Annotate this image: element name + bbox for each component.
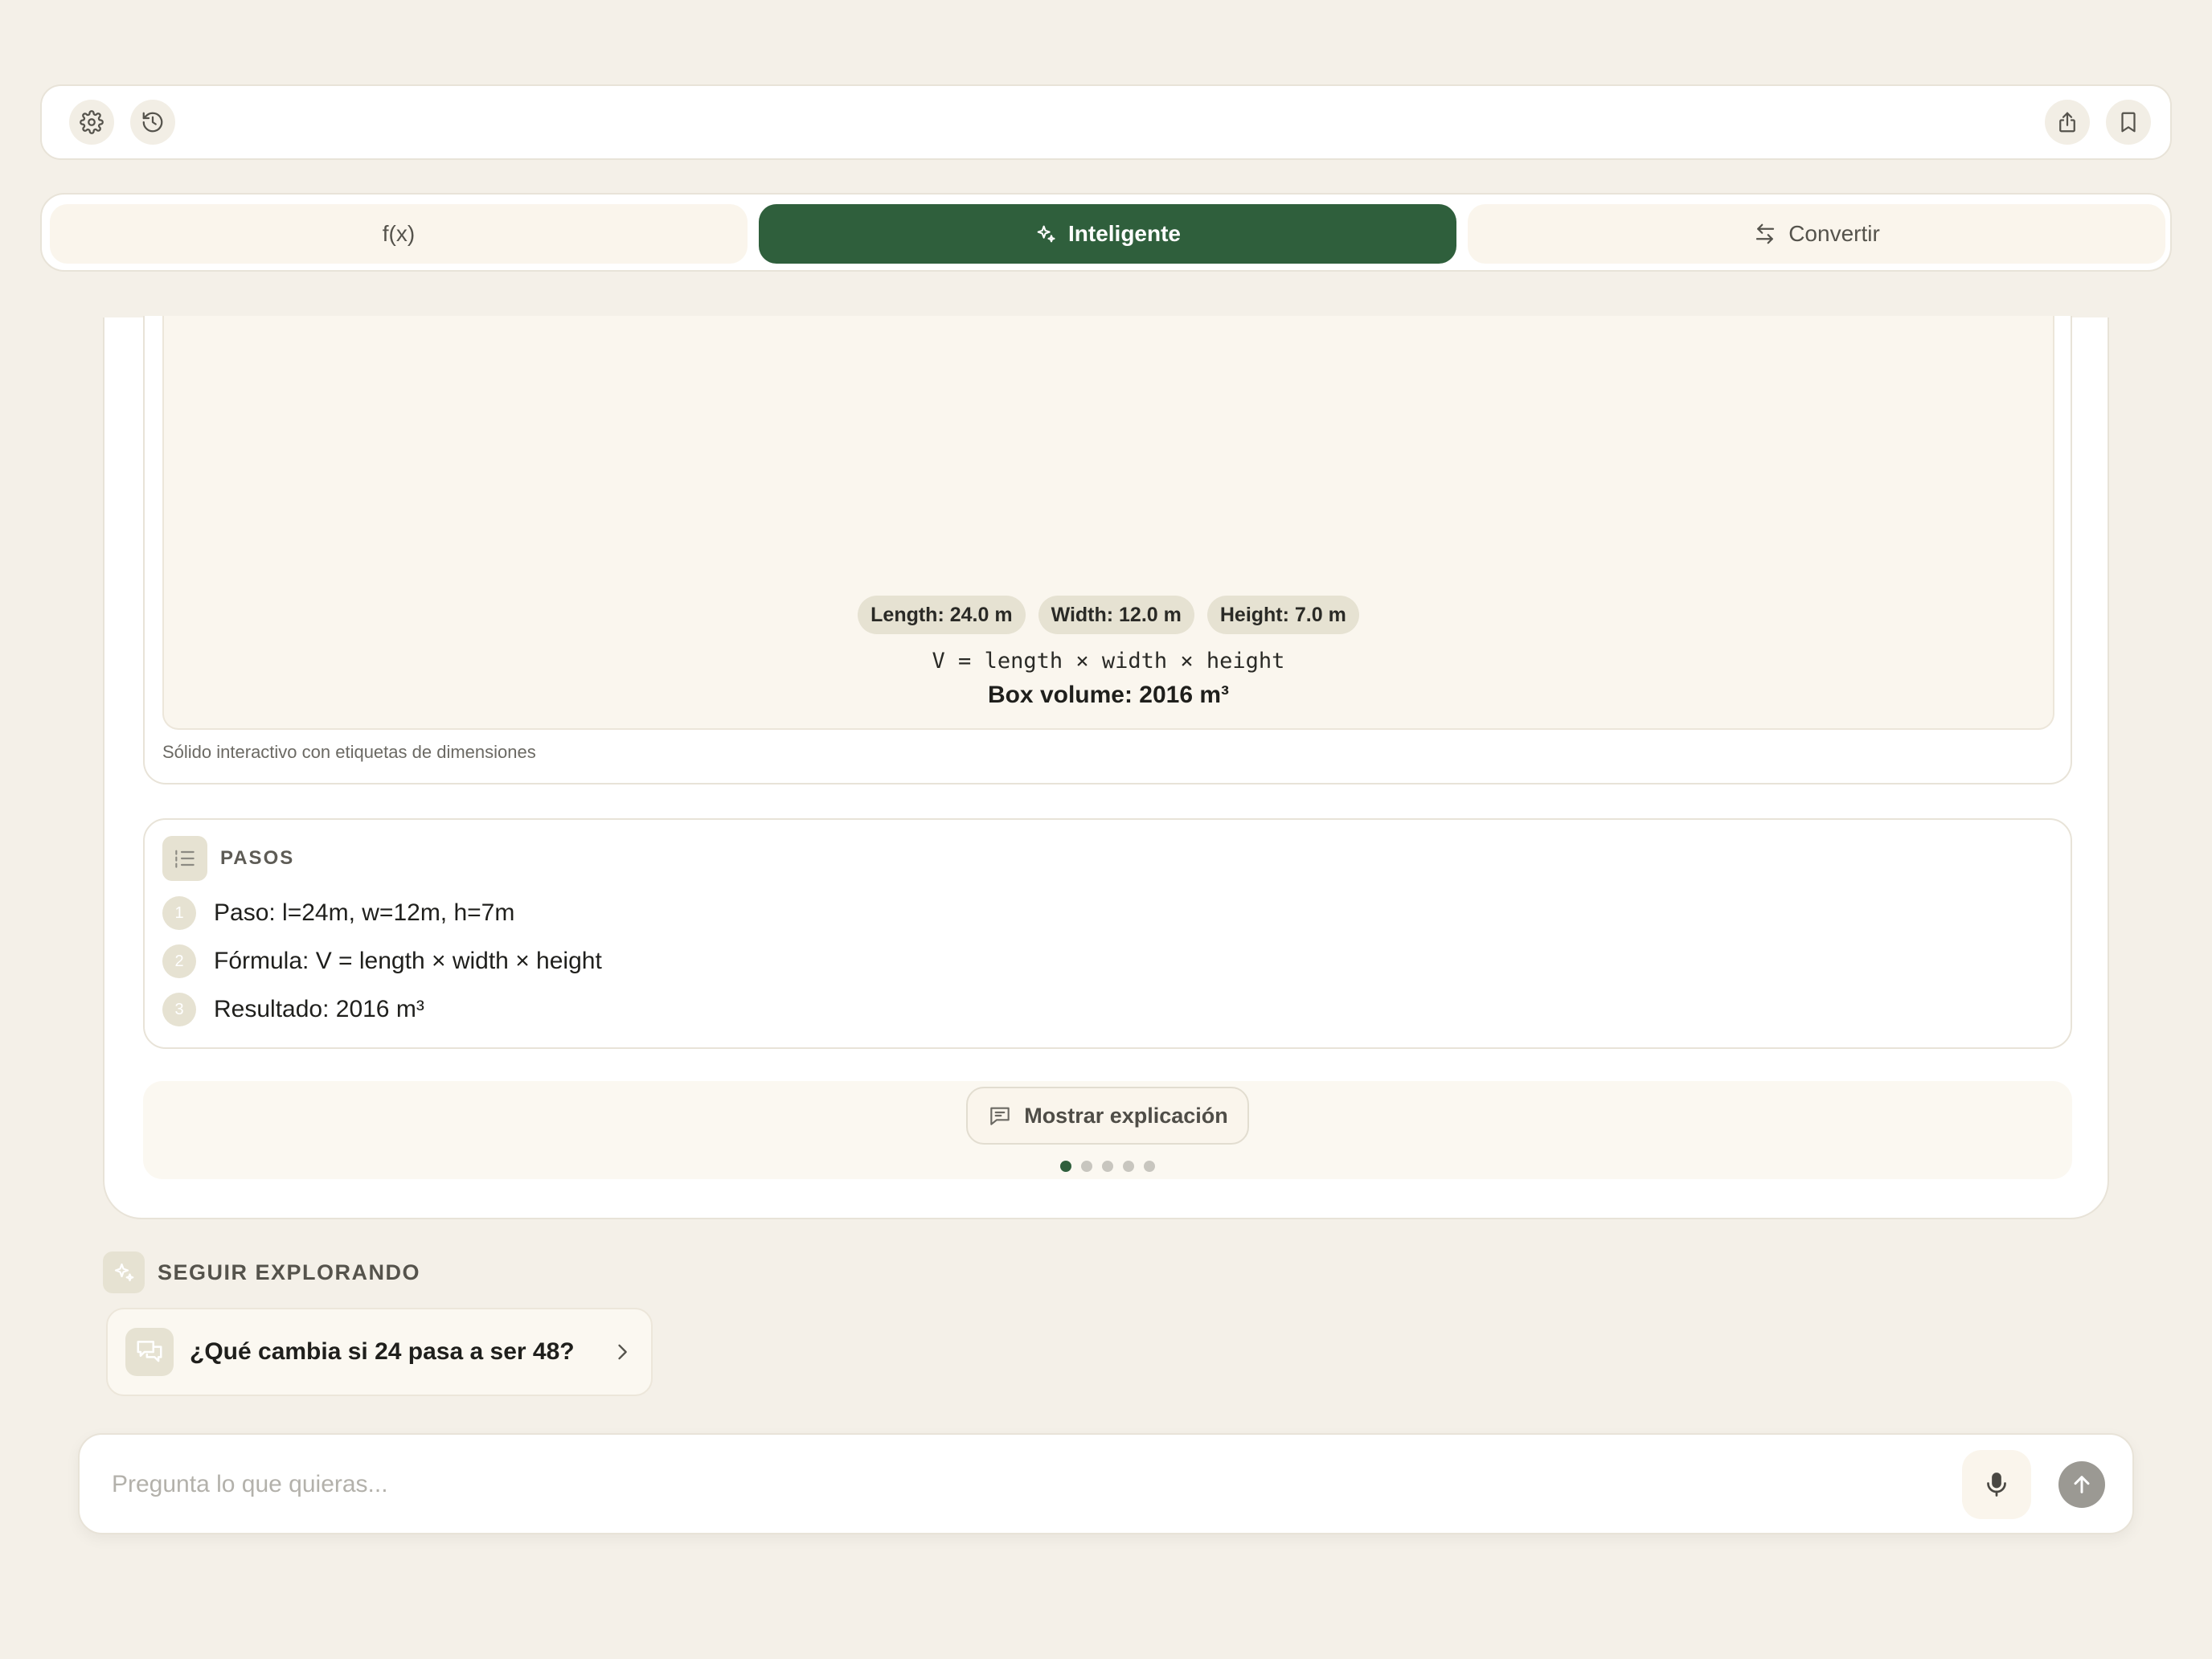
visualization-card: Length: 24.0 m Width: 12.0 m Height: 7.0… [143, 316, 2072, 784]
tab-label: f(x) [382, 221, 416, 246]
pagination-dots [143, 1161, 2072, 1172]
tab-label: Convertir [1788, 221, 1880, 246]
tab-label: Inteligente [1067, 221, 1181, 246]
microphone-button[interactable] [1962, 1450, 2031, 1519]
step-number: 3 [162, 993, 196, 1026]
explore-header: SEGUIR EXPLORANDO [103, 1251, 420, 1293]
explore-title: SEGUIR EXPLORANDO [158, 1260, 421, 1284]
mode-tabs: f(x) Inteligente Convertir [40, 193, 2172, 272]
suggestion-text: ¿Qué cambia si 24 pasa a ser 48? [190, 1338, 575, 1365]
chat-bubble-icon [987, 1103, 1013, 1129]
step-item: 1 Paso: l=24m, w=12m, h=7m [162, 895, 514, 931]
history-icon [141, 110, 165, 134]
prompt-input[interactable] [112, 1460, 1848, 1509]
step-number: 1 [162, 896, 196, 930]
result-card: Length: 24.0 m Width: 12.0 m Height: 7.0… [103, 316, 2109, 1219]
gear-icon [80, 110, 104, 134]
steps-title: PASOS [220, 847, 295, 869]
tab-inteligente[interactable]: Inteligente [759, 204, 1456, 264]
tab-convertir[interactable]: Convertir [1468, 204, 2165, 264]
list-icon [162, 836, 207, 881]
step-item: 2 Fórmula: V = length × width × height [162, 944, 602, 979]
step-item: 3 Resultado: 2016 m³ [162, 992, 424, 1027]
chevron-right-icon [611, 1341, 633, 1363]
steps-header: PASOS [162, 836, 294, 881]
pagination-dot[interactable] [1123, 1161, 1134, 1172]
swap-arrows-icon [1753, 222, 1777, 246]
step-number: 2 [162, 944, 196, 978]
step-text: Fórmula: V = length × width × height [214, 948, 602, 974]
share-button[interactable] [2045, 100, 2090, 145]
dimension-chip-length: Length: 24.0 m [858, 596, 1026, 634]
explanation-panel: Mostrar explicación [143, 1081, 2072, 1179]
dimension-chip-width: Width: 12.0 m [1038, 596, 1194, 634]
bookmark-button[interactable] [2106, 100, 2151, 145]
arrow-up-icon [2069, 1472, 2095, 1497]
top-toolbar [40, 84, 2172, 160]
dimension-chip-height: Height: 7.0 m [1206, 596, 1359, 634]
step-text: Paso: l=24m, w=12m, h=7m [214, 899, 515, 926]
sparkle-icon [103, 1251, 145, 1293]
step-text: Resultado: 2016 m³ [214, 996, 424, 1022]
microphone-icon [1982, 1470, 2011, 1499]
steps-card: PASOS 1 Paso: l=24m, w=12m, h=7m 2 Fórmu… [143, 818, 2072, 1049]
volume-formula: V = length × width × height [932, 649, 1285, 674]
prompt-bar [78, 1433, 2134, 1534]
suggestion-card[interactable]: ¿Qué cambia si 24 pasa a ser 48? [106, 1308, 653, 1396]
tab-fx[interactable]: f(x) [50, 204, 748, 264]
send-button[interactable] [2058, 1461, 2105, 1508]
show-explanation-label: Mostrar explicación [1024, 1103, 1228, 1128]
solid-visualization[interactable]: Length: 24.0 m Width: 12.0 m Height: 7.0… [162, 316, 2054, 730]
sparkle-icon [1034, 223, 1057, 245]
pagination-dot[interactable] [1102, 1161, 1113, 1172]
bookmark-icon [2116, 110, 2140, 134]
pagination-dot[interactable] [1060, 1161, 1071, 1172]
visualization-caption: Sólido interactivo con etiquetas de dime… [162, 742, 536, 762]
settings-button[interactable] [69, 100, 114, 145]
volume-result: Box volume: 2016 m³ [987, 682, 1230, 708]
show-explanation-button[interactable]: Mostrar explicación [966, 1087, 1249, 1145]
conversation-icon [125, 1328, 174, 1376]
dimension-chips: Length: 24.0 m Width: 12.0 m Height: 7.0… [164, 596, 2053, 634]
pagination-dot[interactable] [1144, 1161, 1155, 1172]
pagination-dot[interactable] [1081, 1161, 1092, 1172]
share-icon [2055, 110, 2079, 134]
history-button[interactable] [130, 100, 175, 145]
